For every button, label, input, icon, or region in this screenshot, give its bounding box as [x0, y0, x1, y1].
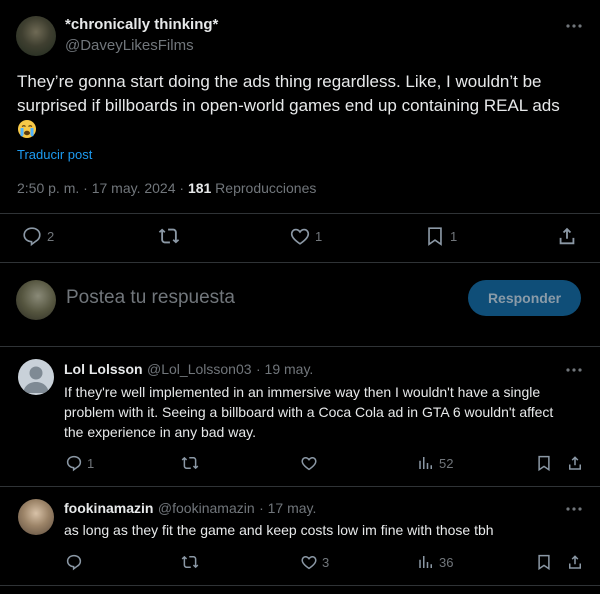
- share-button[interactable]: [566, 553, 584, 571]
- bar-chart-icon: [417, 553, 435, 571]
- reply-header: fookinamazin @fookinamazin · 17 may.: [64, 500, 316, 518]
- bookmark-icon: [424, 225, 446, 247]
- share-icon: [556, 225, 578, 247]
- reply-input[interactable]: Postea tu respuesta: [66, 287, 235, 309]
- reply-button[interactable]: 2: [21, 225, 54, 247]
- like-button[interactable]: 3: [300, 553, 329, 571]
- views-count: 52: [439, 455, 454, 471]
- default-profile-icon: [23, 366, 49, 393]
- heart-icon: [300, 553, 318, 571]
- reply-action-bar: 1 52: [0, 454, 600, 474]
- translate-link[interactable]: Traducir post: [17, 147, 92, 162]
- share-icon: [566, 454, 584, 472]
- bookmark-icon: [535, 553, 553, 571]
- reply-icon: [65, 553, 83, 571]
- reply-action-bar: 3 36: [0, 553, 600, 573]
- views-count: 36: [439, 554, 454, 570]
- share-button[interactable]: [566, 454, 584, 472]
- crying-face-emoji: [17, 119, 37, 139]
- reply-header: Lol Lolsson @Lol_Lolsson03 · 19 may.: [64, 361, 313, 379]
- reply-count: 1: [87, 455, 95, 471]
- current-user-avatar[interactable]: [16, 280, 56, 320]
- heart-icon: [300, 454, 318, 472]
- more-options-icon[interactable]: [564, 499, 584, 519]
- reply-icon: [21, 225, 43, 247]
- reply-count: 2: [47, 228, 55, 244]
- reply-display-name[interactable]: Lol Lolsson: [64, 361, 143, 377]
- views-count: 181: [187, 180, 212, 196]
- reply-button[interactable]: [65, 553, 83, 571]
- divider: [0, 213, 600, 214]
- like-count: 3: [322, 554, 330, 570]
- reply-date[interactable]: · 17 may.: [259, 500, 316, 516]
- author-handle[interactable]: @DaveyLikesFilms: [65, 37, 194, 54]
- views-label: Reproducciones: [211, 180, 317, 196]
- share-icon: [566, 553, 584, 571]
- reply-handle[interactable]: @fookinamazin: [158, 500, 255, 516]
- author-display-name[interactable]: *chronically thinking*: [65, 16, 218, 33]
- divider: [0, 346, 600, 347]
- more-options-icon[interactable]: [564, 360, 584, 380]
- reply-text: If they're well implemented in an immers…: [64, 384, 554, 440]
- bar-chart-icon: [417, 454, 435, 472]
- tweet-text: They’re gonna start doing the ads thing …: [17, 72, 560, 115]
- reply-icon: [65, 454, 83, 472]
- divider: [0, 262, 600, 263]
- bookmark-count: 1: [450, 228, 458, 244]
- more-options-icon[interactable]: [564, 16, 584, 36]
- divider: [0, 585, 600, 586]
- reply-display-name[interactable]: fookinamazin: [64, 500, 153, 516]
- like-button[interactable]: 1: [289, 225, 322, 247]
- repost-button[interactable]: [181, 454, 199, 472]
- views-button[interactable]: 52: [417, 454, 453, 472]
- bookmark-button[interactable]: 1: [424, 225, 457, 247]
- tweet-meta: 2:50 p. m. · 17 may. 2024 · 181 Reproduc…: [17, 180, 316, 196]
- bookmark-icon: [535, 454, 553, 472]
- share-button[interactable]: [556, 225, 578, 247]
- reply-date[interactable]: · 19 may.: [256, 361, 313, 377]
- reply-avatar[interactable]: [18, 499, 54, 535]
- reply-button[interactable]: 1: [65, 454, 94, 472]
- heart-icon: [289, 225, 311, 247]
- reply-submit-button[interactable]: Responder: [468, 280, 581, 316]
- like-button[interactable]: [300, 454, 318, 472]
- repost-icon: [158, 225, 180, 247]
- tweet-timestamp[interactable]: 2:50 p. m. · 17 may. 2024 ·: [17, 180, 188, 196]
- bookmark-button[interactable]: [535, 454, 553, 472]
- bookmark-button[interactable]: [535, 553, 553, 571]
- repost-icon: [181, 553, 199, 571]
- views-button[interactable]: 36: [417, 553, 453, 571]
- repost-icon: [181, 454, 199, 472]
- like-count: 1: [315, 228, 323, 244]
- repost-button[interactable]: [181, 553, 199, 571]
- repost-button[interactable]: [158, 225, 184, 247]
- author-avatar[interactable]: [16, 16, 56, 56]
- reply-text: as long as they fit the game and keep co…: [64, 522, 494, 538]
- divider: [0, 486, 600, 487]
- tweet-action-bar: 2 1 1: [0, 225, 600, 253]
- reply-avatar[interactable]: [18, 359, 54, 395]
- reply-handle[interactable]: @Lol_Lolsson03: [147, 361, 252, 377]
